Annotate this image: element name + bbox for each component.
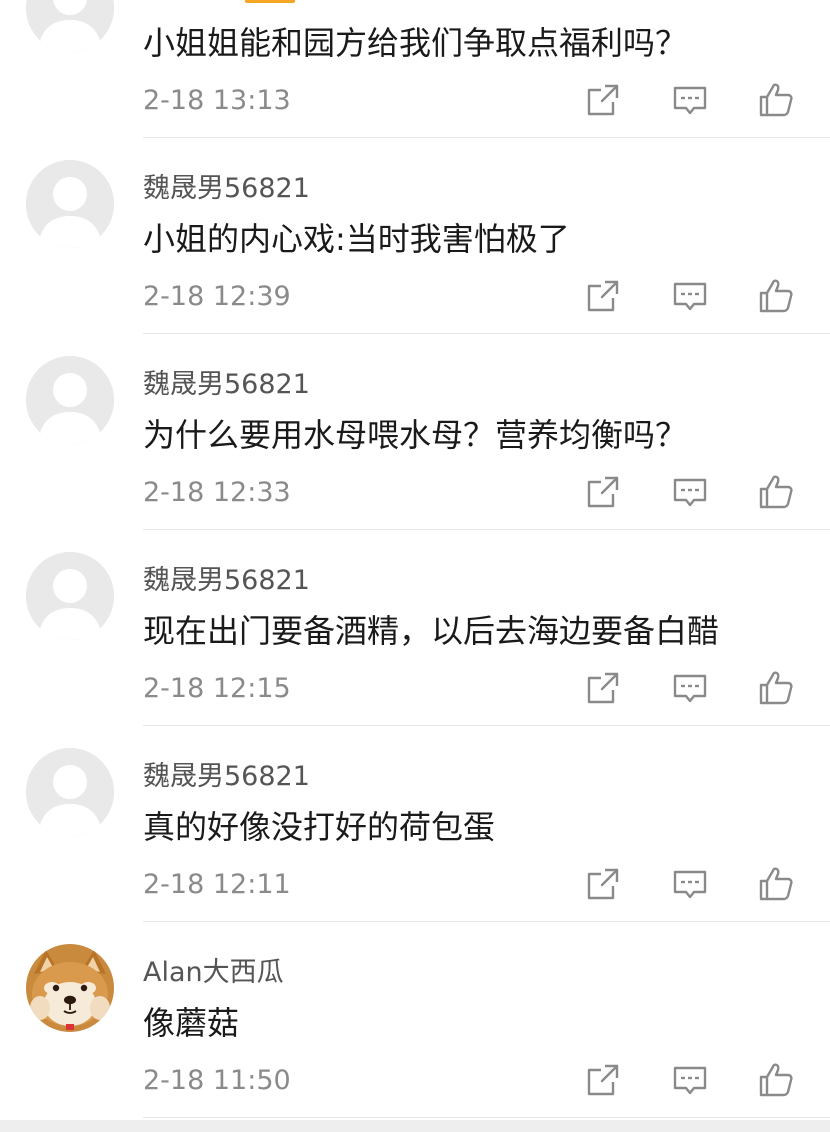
comment-item: Alan大西瓜 像蘑菇 2-18 11:50 bbox=[26, 922, 830, 1118]
comment-actions bbox=[583, 668, 803, 708]
share-icon bbox=[587, 672, 619, 704]
avatar[interactable] bbox=[26, 552, 114, 640]
avatar[interactable] bbox=[26, 160, 114, 248]
share-icon bbox=[587, 476, 619, 508]
comment-icon bbox=[673, 870, 707, 899]
like-button[interactable] bbox=[756, 668, 796, 708]
comment-icon bbox=[673, 1066, 707, 1095]
comment-item: 魏晟男56821 小姐的内心戏:当时我害怕极了 2-18 12:39 bbox=[26, 138, 830, 334]
share-icon bbox=[587, 1064, 619, 1096]
reply-button[interactable] bbox=[670, 80, 710, 120]
comment-username[interactable]: 魏晟男56821 bbox=[143, 166, 310, 205]
comment-username[interactable]: Alan大西瓜 bbox=[143, 950, 284, 989]
comment-time: 2-18 12:33 bbox=[143, 477, 291, 508]
comment-actions bbox=[583, 80, 803, 120]
like-button[interactable] bbox=[756, 472, 796, 512]
share-button[interactable] bbox=[583, 276, 623, 316]
share-button[interactable] bbox=[583, 80, 623, 120]
comment-text: 像蘑菇 bbox=[143, 1004, 240, 1042]
comment-icon bbox=[673, 86, 707, 115]
comment-actions bbox=[583, 864, 803, 904]
comment-time: 2-18 13:13 bbox=[143, 85, 291, 116]
share-button[interactable] bbox=[583, 472, 623, 512]
comment-actions bbox=[583, 1060, 803, 1100]
comment-text: 为什么要用水母喂水母？营养均衡吗？ bbox=[143, 416, 688, 454]
comment-username[interactable]: 魏晟男56821 bbox=[143, 558, 310, 597]
avatar[interactable] bbox=[26, 356, 114, 444]
default-avatar-icon bbox=[26, 748, 114, 836]
comment-icon bbox=[673, 674, 707, 703]
comment-text: 小姐的内心戏:当时我害怕极了 bbox=[143, 220, 570, 258]
comment-actions bbox=[583, 472, 803, 512]
reply-button[interactable] bbox=[670, 276, 710, 316]
comment-text: 真的好像没打好的荷包蛋 bbox=[143, 808, 496, 846]
default-avatar-icon bbox=[26, 552, 114, 640]
shiba-dog-avatar-icon bbox=[26, 944, 114, 1032]
like-button[interactable] bbox=[756, 864, 796, 904]
comment-time: 2-18 11:50 bbox=[143, 1065, 291, 1096]
comment-time: 2-18 12:11 bbox=[143, 869, 291, 900]
default-avatar-icon bbox=[26, 0, 114, 52]
avatar[interactable] bbox=[26, 0, 114, 52]
comment-item: 魏晟男56821 现在出门要备酒精，以后去海边要备白醋 2-18 12:15 bbox=[26, 530, 830, 726]
share-button[interactable] bbox=[583, 1060, 623, 1100]
share-button[interactable] bbox=[583, 864, 623, 904]
default-avatar-icon bbox=[26, 356, 114, 444]
thumbs-up-icon bbox=[759, 83, 793, 117]
avatar[interactable] bbox=[26, 748, 114, 836]
thumbs-up-icon bbox=[759, 1063, 793, 1097]
comment-actions bbox=[583, 276, 803, 316]
avatar[interactable] bbox=[26, 944, 114, 1032]
default-avatar-icon bbox=[26, 160, 114, 248]
like-button[interactable] bbox=[756, 276, 796, 316]
comment-text: 小姐姐能和园方给我们争取点福利吗？ bbox=[143, 24, 688, 62]
comment-icon bbox=[673, 478, 707, 507]
reply-button[interactable] bbox=[670, 864, 710, 904]
comment-item: 小姐姐能和园方给我们争取点福利吗？ 2-18 13:13 bbox=[26, 0, 830, 138]
comment-username[interactable]: 魏晟男56821 bbox=[143, 754, 310, 793]
reply-button[interactable] bbox=[670, 472, 710, 512]
like-button[interactable] bbox=[756, 80, 796, 120]
share-icon bbox=[587, 868, 619, 900]
like-button[interactable] bbox=[756, 1060, 796, 1100]
reply-button[interactable] bbox=[670, 668, 710, 708]
reply-button[interactable] bbox=[670, 1060, 710, 1100]
comment-icon bbox=[673, 282, 707, 311]
comment-time: 2-18 12:39 bbox=[143, 281, 291, 312]
share-icon bbox=[587, 280, 619, 312]
share-button[interactable] bbox=[583, 668, 623, 708]
thumbs-up-icon bbox=[759, 475, 793, 509]
comment-username[interactable]: 魏晟男56821 bbox=[143, 362, 310, 401]
thumbs-up-icon bbox=[759, 867, 793, 901]
comment-feed: 小姐姐能和园方给我们争取点福利吗？ 2-18 13:13 魏晟男56821 小姐… bbox=[0, 0, 830, 1118]
comment-text: 现在出门要备酒精，以后去海边要备白醋 bbox=[143, 612, 720, 650]
comment-item: 魏晟男56821 为什么要用水母喂水母？营养均衡吗？ 2-18 12:33 bbox=[26, 334, 830, 530]
bottom-separator bbox=[0, 1120, 830, 1132]
share-icon bbox=[587, 84, 619, 116]
thumbs-up-icon bbox=[759, 671, 793, 705]
comment-time: 2-18 12:15 bbox=[143, 673, 291, 704]
comment-item: 魏晟男56821 真的好像没打好的荷包蛋 2-18 12:11 bbox=[26, 726, 830, 922]
thumbs-up-icon bbox=[759, 279, 793, 313]
